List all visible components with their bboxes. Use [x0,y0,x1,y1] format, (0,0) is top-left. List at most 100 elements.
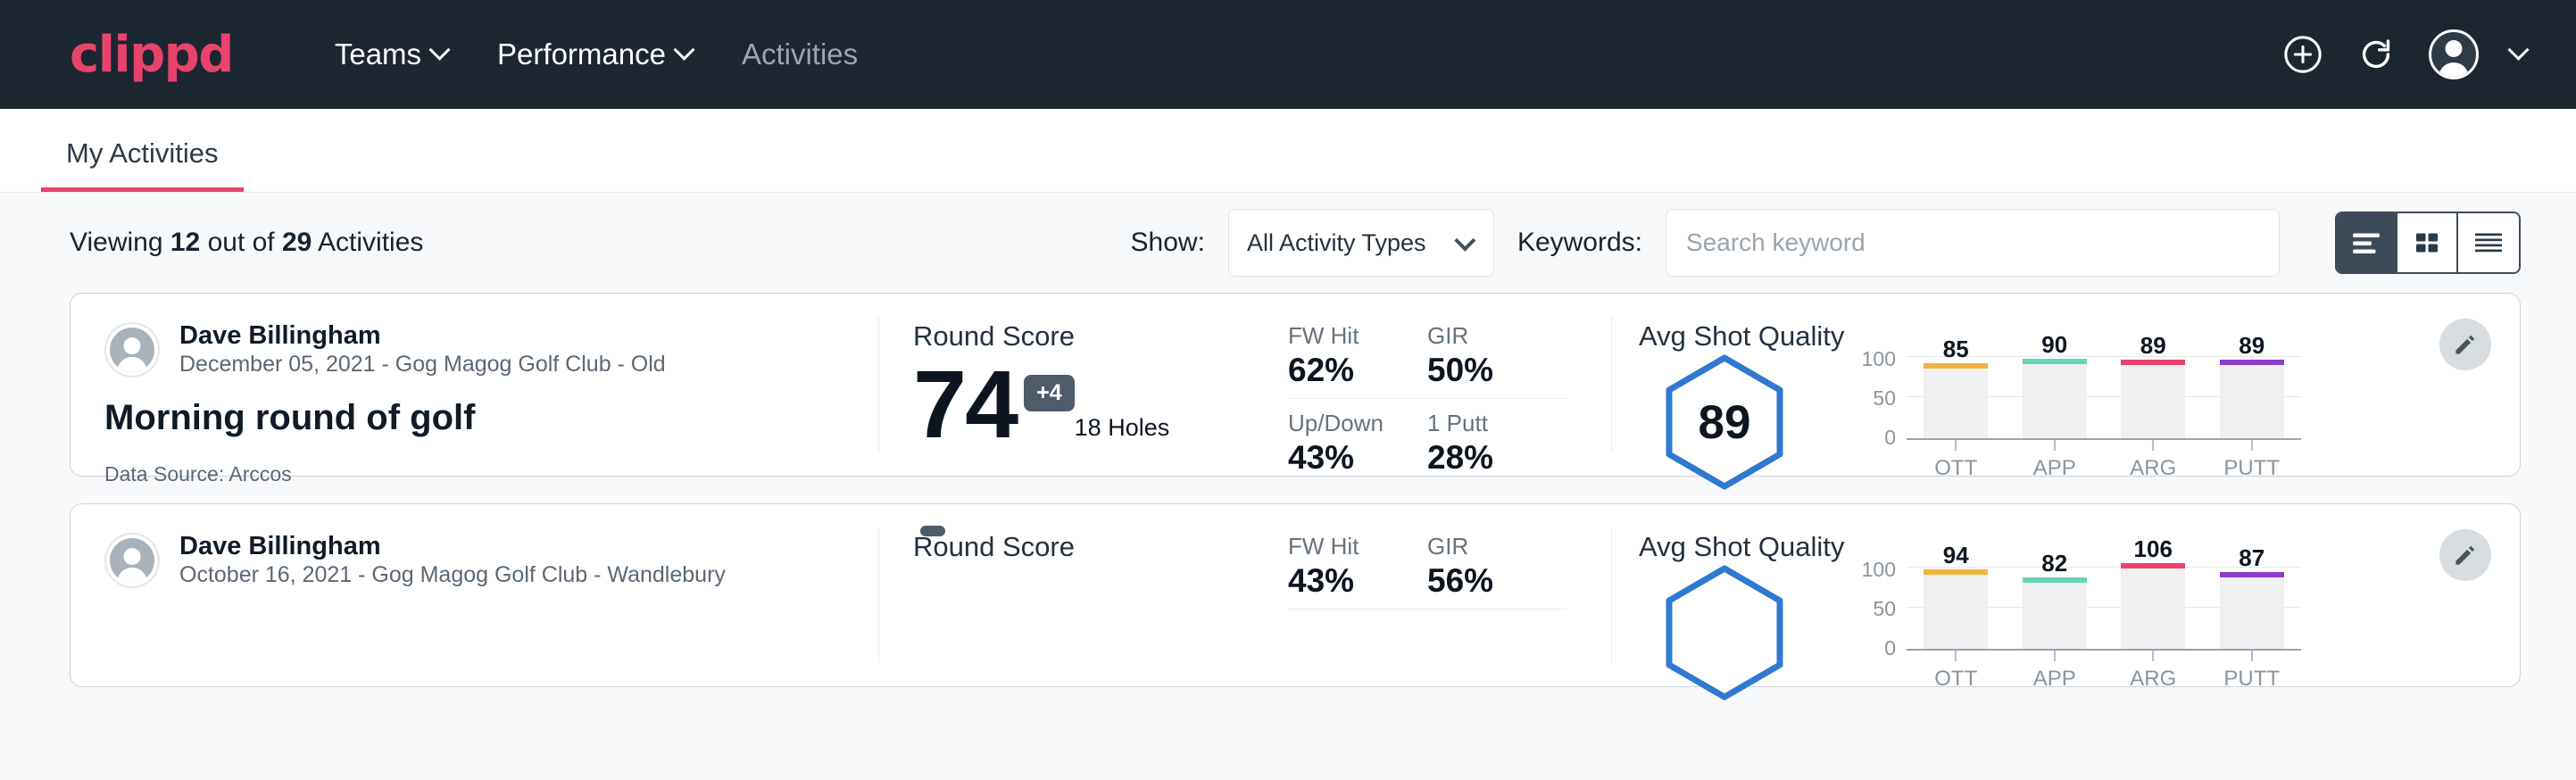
edit-activity-button[interactable] [2439,319,2491,370]
chevron-down-icon [1454,229,1475,251]
score-differential-badge [920,526,945,536]
avatar-ring [110,538,154,583]
activity-title: Morning round of golf [104,398,878,438]
bar-cap [1924,363,1988,369]
shot-quality-column: Avg Shot Quality 100 50 0 [1612,504,2520,686]
bar-value: 89 [2104,332,2203,360]
view-mode-toggle [2335,212,2521,274]
main-nav-items: Teams Performance Activities [310,37,883,71]
viewing-mid: out of [200,228,282,257]
chart-bars: 94 82 [1907,565,2301,649]
bar-app: 90 [2006,354,2105,438]
stat-label: 1 Putt [1427,410,1566,437]
user-avatar-icon [2429,29,2479,79]
nav-item-activities[interactable]: Activities [717,37,883,71]
chart-plot-area: 85 90 [1907,354,2301,440]
round-score-label: Round Score [913,320,1288,353]
chevron-down-icon[interactable] [2507,38,2529,60]
view-mode-list-button[interactable] [2337,213,2397,272]
player-name: Dave Billingham [179,320,666,351]
add-button[interactable] [2282,34,2323,75]
y-tick-50: 50 [1855,386,1896,411]
nav-item-teams[interactable]: Teams [310,37,472,71]
bar-rect [2023,364,2087,438]
shot-quality-body: 89 100 50 0 85 [1639,354,2520,490]
user-menu-button[interactable] [2429,29,2479,79]
chart-bars: 85 90 [1907,354,2301,438]
avatar-body [118,357,147,372]
search-input[interactable] [1666,209,2280,277]
compact-view-icon [2472,229,2505,256]
stat-label: GIR [1427,322,1536,350]
shot-quality-bar-chart: 100 50 0 85 [1855,354,2301,472]
activity-type-select[interactable]: All Activity Types [1228,209,1494,277]
tab-my-activities[interactable]: My Activities [41,137,244,192]
y-tick-0: 0 [1855,636,1896,660]
tick-mark [1955,651,1957,661]
show-label: Show: [1131,228,1205,258]
grid-view-icon [2412,229,2442,256]
tick-mark [2054,440,2056,451]
round-score-column: Round Score FW Hit 43% GIR [879,504,1611,686]
player-name-block: Dave Billingham October 16, 2021 - Gog M… [179,531,726,589]
bar-value: 87 [2203,544,2302,572]
tick-mark [2152,651,2154,661]
bar-value: 85 [1907,336,2006,363]
round-stats-grid: FW Hit 43% GIR 56% [1288,531,1566,686]
tick-label: OTT [1934,456,1977,481]
list-view-icon [2350,229,2382,256]
round-stats-grid: FW Hit 62% Up/Down 43% GIR 50% 1 Putt [1288,320,1566,476]
tick-mark [2054,651,2056,661]
bar-value: 82 [2006,550,2105,577]
tick-app: APP [2006,651,2105,692]
player-name-block: Dave Billingham December 05, 2021 - Gog … [179,320,666,378]
tick-arg: ARG [2104,651,2203,692]
activity-meta: October 16, 2021 - Gog Magog Golf Club -… [179,561,726,589]
stat-one-putt: 1 Putt 28% [1427,410,1566,485]
keywords-label: Keywords: [1517,228,1642,258]
view-mode-compact-button[interactable] [2458,213,2519,272]
tab-my-activities-label: My Activities [66,137,219,169]
viewing-suffix: Activities [312,228,423,257]
stat-value: 43% [1288,439,1427,477]
chart-plot-area: 94 82 [1907,565,2301,651]
bar-cap [2220,572,2284,577]
quality-hexagon-wrap: 89 [1664,354,1842,490]
tick-mark [2152,440,2154,451]
viewing-count-text: Viewing 12 out of 29 Activities [70,228,423,258]
bar-arg: 89 [2104,354,2203,438]
avatar [104,322,160,378]
tick-mark [2251,440,2253,451]
bar-value: 89 [2203,332,2302,360]
data-source: Data Source: Arccos [104,462,878,486]
bar-value: 106 [2104,535,2203,563]
edit-activity-button[interactable] [2439,529,2491,581]
clippd-logo[interactable]: clippd [70,26,233,84]
filter-bar: Viewing 12 out of 29 Activities Show: Al… [0,193,2576,293]
stat-value: 28% [1427,439,1566,477]
avatar-head [124,337,141,354]
stat-column-right: GIR 50% 1 Putt 28% [1427,322,1566,476]
nav-item-performance[interactable]: Performance [472,37,717,71]
avg-shot-quality-value: 89 [1664,354,1785,490]
bar-ott: 94 [1907,565,2006,649]
refresh-button[interactable] [2356,34,2397,75]
bar-rect [2220,365,2284,438]
bar-cap [2023,359,2087,364]
bar-cap [2220,360,2284,365]
tick-mark [1955,440,1957,451]
avatar-body [2439,62,2469,79]
activity-meta: December 05, 2021 - Gog Magog Golf Club … [179,351,666,378]
avatar-ring [110,328,154,372]
bar-value: 94 [1907,542,2006,569]
stat-fw-hit: FW Hit 43% [1288,533,1427,610]
top-navigation-bar: clippd Teams Performance Activities [0,0,2576,109]
tick-app: APP [2006,440,2105,481]
activity-card[interactable]: Dave Billingham October 16, 2021 - Gog M… [70,503,2521,687]
bar-rect [2023,583,2087,649]
bar-value: 90 [2006,331,2105,359]
stat-label: FW Hit [1288,322,1397,350]
stat-value: 43% [1288,562,1397,600]
activity-card[interactable]: Dave Billingham December 05, 2021 - Gog … [70,293,2521,477]
view-mode-grid-button[interactable] [2397,213,2458,272]
